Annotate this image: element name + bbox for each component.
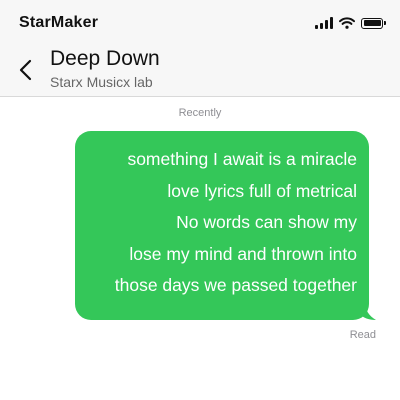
status-icons: [315, 16, 386, 30]
message-line: lose my mind and thrown into: [129, 243, 357, 264]
message-line: love lyrics full of metrical: [167, 180, 357, 201]
chat-header: Deep Down Starx Musicx lab: [0, 44, 400, 97]
contact-name[interactable]: Deep Down: [50, 47, 160, 71]
message-bubble-outgoing[interactable]: something I await is a miracle love lyri…: [75, 131, 376, 320]
back-button[interactable]: [12, 56, 40, 84]
carrier-name: StarMaker: [19, 14, 99, 31]
chevron-left-icon: [19, 59, 32, 81]
read-receipt: Read: [349, 329, 376, 341]
bubble-tail: [360, 302, 376, 320]
wifi-icon: [339, 17, 355, 29]
status-bar: StarMaker: [0, 0, 400, 44]
message-line: No words can show my: [176, 212, 357, 232]
message-timestamp: Recently: [178, 107, 222, 119]
chat-screen: StarMaker Deep Down Starx Musicx lab Rec…: [0, 0, 400, 400]
contact-subtitle: Starx Musicx lab: [50, 74, 153, 90]
message-line: those days we passed together: [114, 275, 357, 295]
message-line: something I await is a miracle: [127, 149, 357, 169]
cellular-signal-icon: [315, 17, 333, 29]
battery-icon: [361, 17, 386, 29]
